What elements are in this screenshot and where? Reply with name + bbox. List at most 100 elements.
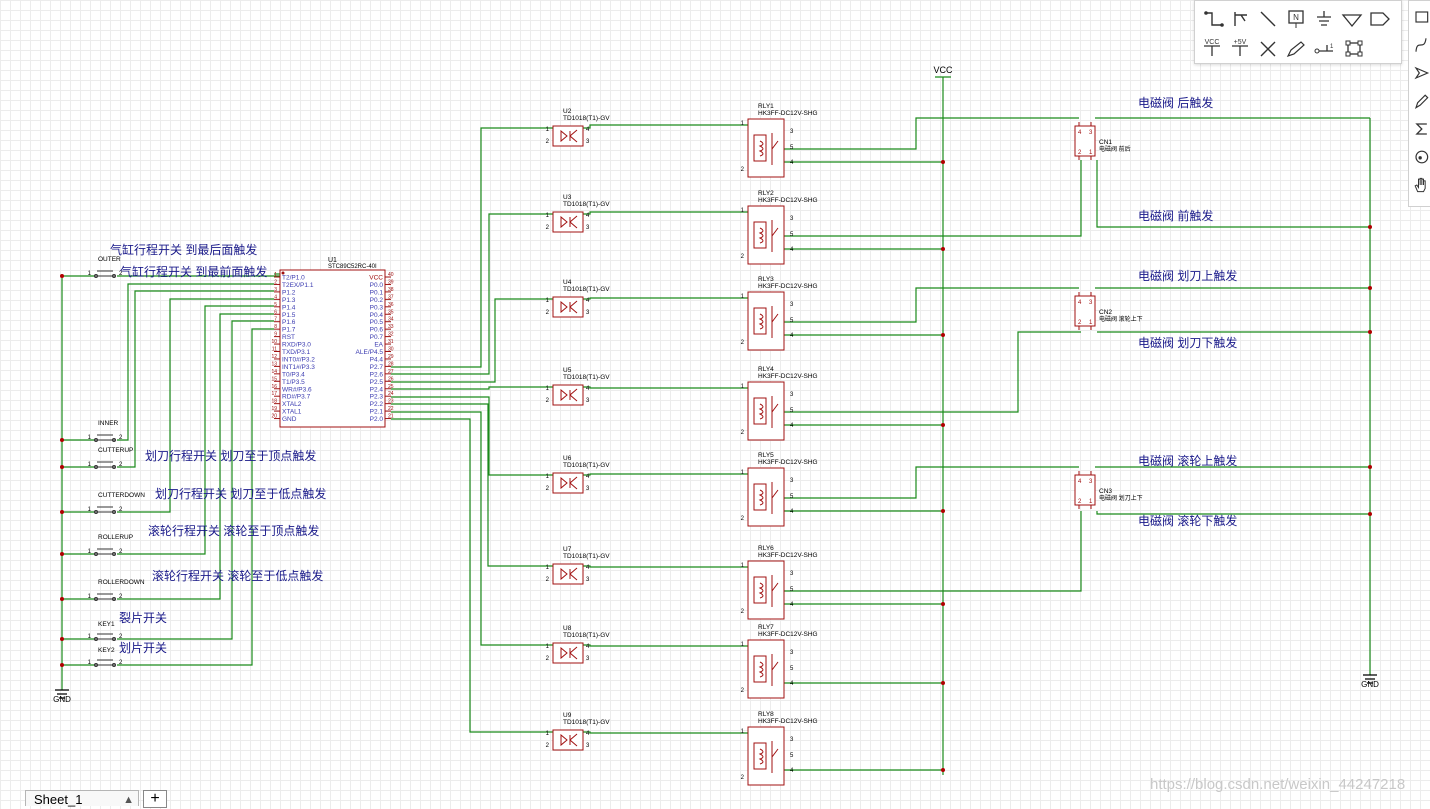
mcu-pin-number: 28 [388,361,394,367]
switch-ref: CUTTERUP [98,447,133,454]
relay-pin-number: 3 [790,392,794,398]
mcu-pin-label: P0.7 [370,334,384,341]
opto-relay-wire [583,565,748,568]
opto-value: TD1018(T1)-GV [563,553,610,560]
junction [1368,330,1372,334]
junction [941,768,945,772]
vcc-icon[interactable]: VCC [1201,37,1223,57]
opto-pin-number: 2 [546,486,550,492]
mcu-pin-number: 22 [388,406,394,412]
opto-value: TD1018(T1)-GV [563,719,610,726]
optocoupler [552,125,584,147]
mcu-pin-number: 29 [388,354,394,360]
relay-ref: RLY1 [758,103,774,110]
mcu-pin-label: P1.3 [282,297,296,304]
bus-icon[interactable] [1231,9,1253,29]
relay-pin-number: 5 [790,587,794,593]
arrow-icon[interactable] [1410,63,1430,87]
switch-annotation: 划片开关 [119,641,167,655]
relay-ref: RLY2 [758,190,774,197]
watermark: https://blog.csdn.net/weixin_44247218 [1150,776,1406,793]
relay-pin-number: 5 [790,666,794,672]
switch-annotation: 气缸行程开关 到最前面触发 [120,264,267,279]
group-icon[interactable] [1343,39,1365,59]
connector-wire [784,287,1079,323]
relay-pin-number: 4 [790,160,794,166]
mcu-pin-label: P1.5 [282,312,296,319]
relay-pin-number: 1 [741,563,745,569]
optocoupler [552,563,584,585]
mcu-pin-number: 30 [388,347,394,353]
junction [60,465,64,469]
plus5v-icon[interactable]: +5V [1229,37,1251,57]
opto-value: TD1018(T1)-GV [563,632,610,639]
connector-wire [784,117,1079,150]
opto-pin-number: 3 [586,656,590,662]
hand-icon[interactable] [1410,175,1430,199]
circle-icon[interactable] [1410,147,1430,171]
netlabel-icon[interactable]: N [1285,9,1307,29]
netport-icon[interactable] [1369,9,1391,29]
add-sheet-button[interactable]: + [143,790,167,808]
junction [60,438,64,442]
gnd-triangle-icon[interactable] [1341,9,1363,29]
wire-icon[interactable] [1203,9,1225,29]
pen-icon[interactable] [1285,39,1307,59]
mcu-pin-number: 15 [271,376,277,382]
switch-ref: KEY2 [98,647,115,654]
no-connect-icon[interactable] [1257,39,1279,59]
mcu-pin-number: 39 [388,279,394,285]
connector-wire [784,511,1082,592]
mcu-pin-number: 21 [388,414,394,420]
mcu-pin-number: 3 [274,287,277,293]
mcu-pin-label: TXD/P3.1 [282,349,311,356]
switch-ref: KEY1 [98,621,115,628]
mcu-pin-label: XTAL1 [282,409,302,416]
relay-pin-number: 3 [790,478,794,484]
mcu-pin-label: P0.0 [370,282,384,289]
sigma-icon[interactable] [1410,119,1430,143]
schematic-canvas[interactable]: VCC GND GND U1STC89C52RC-40I T2/P1.0 1 T2EX/P1… [0,0,1430,805]
line-icon[interactable] [1257,9,1279,29]
relay-pin-number: 1 [741,121,745,127]
switch-mcu-wire [117,283,274,441]
sheet-tab[interactable]: Sheet_1 ▲ [25,790,139,809]
mcu-opto-wire [391,411,553,646]
rect-icon[interactable] [1410,7,1430,31]
junction [60,274,64,278]
junction [60,637,64,641]
optocoupler [552,472,584,494]
opto-pin-number: 3 [586,743,590,749]
relay-pin-number: 5 [790,753,794,759]
valve-label: 电磁阀 后触发 [1138,95,1213,110]
opto-pin-number: 3 [586,139,590,145]
curve-icon[interactable] [1410,35,1430,59]
opto-ref: U5 [563,367,572,374]
relay-pin-number: 3 [790,216,794,222]
mcu-pin-number: 33 [388,324,394,330]
relay-pin-number: 1 [741,642,745,648]
mcu-pin-number: 31 [388,339,394,345]
relay-pin-number: 5 [790,408,794,414]
relay-pin-number: 3 [790,650,794,656]
relay-pin-number: 3 [790,737,794,743]
opto-pin-number: 2 [546,743,550,749]
pencil-icon[interactable] [1410,91,1430,115]
mcu-value: STC89C52RC-40I [328,264,377,270]
optocoupler [552,296,584,318]
mcu-pin-number: 14 [271,369,277,375]
chevron-up-icon[interactable]: ▲ [123,791,134,809]
ground-icon[interactable] [1313,9,1335,29]
relay-value: HK3FF-DC12V-SHG [758,197,818,204]
mcu-pin-label: P2.0 [370,416,384,423]
relay-pin-number: 1 [741,470,745,476]
opto-relay-wire [583,297,748,300]
mcu-pin-label: P4.4 [370,356,384,363]
junction [60,597,64,601]
opto-relay-wire [583,124,748,129]
pin-icon[interactable]: 1 [1313,39,1335,59]
optocoupler [552,384,584,406]
mcu-pin-number: 36 [388,302,394,308]
mcu-pin-label: P0.6 [370,327,384,334]
switch-mcu-wire [117,320,274,640]
